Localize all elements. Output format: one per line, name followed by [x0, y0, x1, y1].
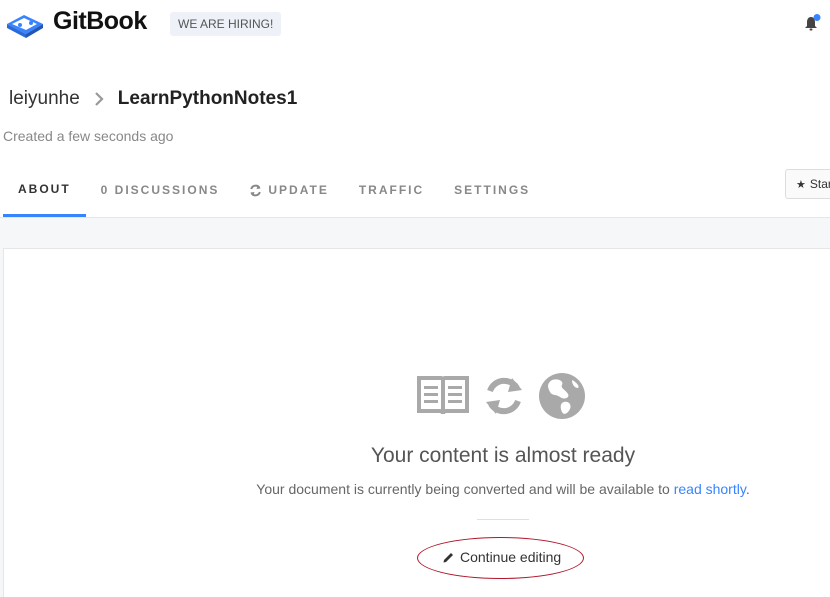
status-description: Your document is currently being convert… [0, 481, 830, 497]
chevron-right-icon [94, 92, 104, 106]
hiring-badge[interactable]: WE ARE HIRING! [170, 12, 282, 36]
refresh-icon [249, 184, 262, 197]
globe-icon [538, 372, 586, 425]
tab-label: SETTINGS [454, 183, 531, 197]
star-icon: ★ [796, 178, 806, 191]
tab-update[interactable]: UPDATE [234, 163, 343, 217]
tab-settings[interactable]: SETTINGS [439, 163, 545, 217]
status-description-period: . [745, 481, 750, 497]
tab-label: 0 DISCUSSIONS [100, 183, 220, 197]
refresh-icon [482, 374, 526, 423]
status-icons [416, 372, 598, 425]
pencil-icon [442, 551, 455, 564]
tab-discussions[interactable]: 0 DISCUSSIONS [86, 163, 235, 217]
book-icon [7, 15, 43, 38]
tab-about[interactable]: ABOUT [3, 163, 86, 217]
tab-label: ABOUT [18, 181, 71, 196]
breadcrumb: leiyunhe LearnPythonNotes1 [9, 88, 297, 110]
star-label: Star [809, 177, 830, 191]
tab-traffic[interactable]: TRAFFIC [344, 163, 439, 217]
breadcrumb-book-title[interactable]: LearnPythonNotes1 [118, 88, 297, 110]
status-description-text: Your document is currently being convert… [256, 481, 670, 497]
read-shortly-link[interactable]: read shortly [674, 481, 746, 497]
book-tabs: ABOUT 0 DISCUSSIONS UPDATE TRAFFIC SETTI… [3, 163, 545, 217]
continue-editing-label: Continue editing [460, 549, 562, 565]
tab-label: TRAFFIC [358, 183, 425, 197]
divider [477, 519, 529, 520]
bell-icon [805, 14, 821, 31]
breadcrumb-user-link[interactable]: leiyunhe [9, 88, 80, 110]
created-timestamp: Created a few seconds ago [3, 128, 174, 144]
brand-name[interactable]: GitBook [53, 7, 147, 36]
gitbook-logo[interactable] [3, 6, 45, 38]
star-button[interactable]: ★ Star [785, 169, 830, 199]
continue-editing-button[interactable]: Continue editing [430, 542, 574, 572]
status-title: Your content is almost ready [370, 444, 636, 467]
notifications-button[interactable] [803, 14, 821, 37]
open-book-icon [416, 374, 470, 423]
tab-label: UPDATE [268, 183, 329, 197]
